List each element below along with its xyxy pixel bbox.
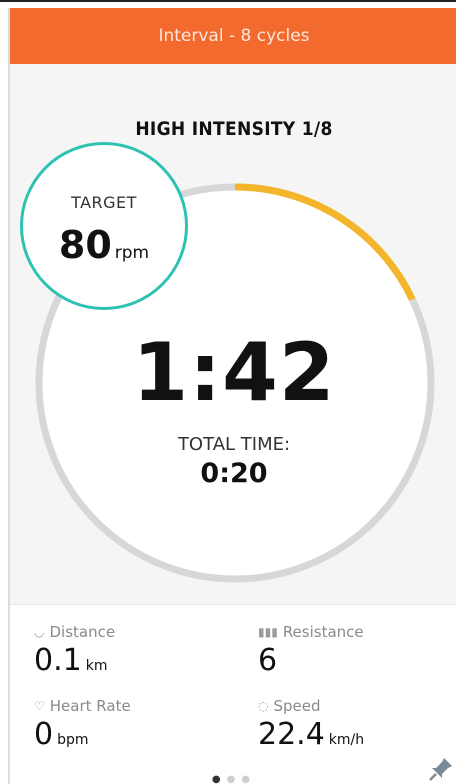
stat-speed-label: Speed bbox=[273, 697, 321, 715]
stat-resistance: ▮▮▮ Resistance 6 bbox=[258, 623, 448, 678]
total-time-label: TOTAL TIME: bbox=[177, 434, 291, 455]
stat-resistance-label: Resistance bbox=[282, 623, 364, 641]
stat-speed-value: 22.4 bbox=[258, 717, 325, 752]
stat-heart-rate-label: Heart Rate bbox=[49, 697, 131, 715]
progress-ring bbox=[35, 183, 435, 583]
stat-distance-unit: km bbox=[85, 658, 108, 674]
stat-distance-value: 0.1 bbox=[34, 643, 82, 678]
distance-icon: ◡ bbox=[34, 625, 45, 639]
stat-speed: ◌ Speed 22.4 km/h bbox=[258, 697, 448, 752]
stat-distance-label: Distance bbox=[49, 623, 116, 641]
stat-heart-rate-unit: bpm bbox=[57, 732, 89, 748]
page-dot-1[interactable]: ● bbox=[212, 774, 227, 784]
page-dot-2[interactable]: ● bbox=[227, 774, 242, 784]
interval-timer: 1:42 bbox=[132, 326, 336, 419]
pin-icon[interactable] bbox=[428, 756, 454, 782]
stat-heart-rate-value: 0 bbox=[34, 717, 54, 752]
stat-resistance-value: 6 bbox=[258, 643, 278, 678]
target-label: TARGET bbox=[71, 193, 137, 212]
target-unit: rpm bbox=[114, 243, 150, 263]
target-badge: TARGET 80 rpm bbox=[20, 142, 188, 310]
stat-speed-unit: km/h bbox=[328, 732, 365, 748]
speedometer-icon: ◌ bbox=[258, 699, 269, 713]
target-value: 80 rpm bbox=[23, 223, 185, 267]
total-time-value: 0:20 bbox=[200, 458, 268, 489]
page-indicator[interactable]: ●●● bbox=[10, 774, 456, 784]
bar-chart-icon: ▮▮▮ bbox=[258, 625, 278, 639]
stat-heart-rate: ♡ Heart Rate 0 bpm bbox=[34, 697, 224, 752]
app-screen: Interval - 8 cycles HIGH INTENSITY 1/8 T… bbox=[8, 8, 456, 784]
stat-distance: ◡ Distance 0.1 km bbox=[34, 623, 224, 678]
target-number: 80 bbox=[58, 223, 112, 267]
heart-icon: ♡ bbox=[34, 699, 45, 713]
stats-panel: ◡ Distance 0.1 km ▮▮▮ Resistance 6 ♡ Heart R… bbox=[10, 604, 456, 784]
page-dot-3[interactable]: ● bbox=[241, 774, 256, 784]
